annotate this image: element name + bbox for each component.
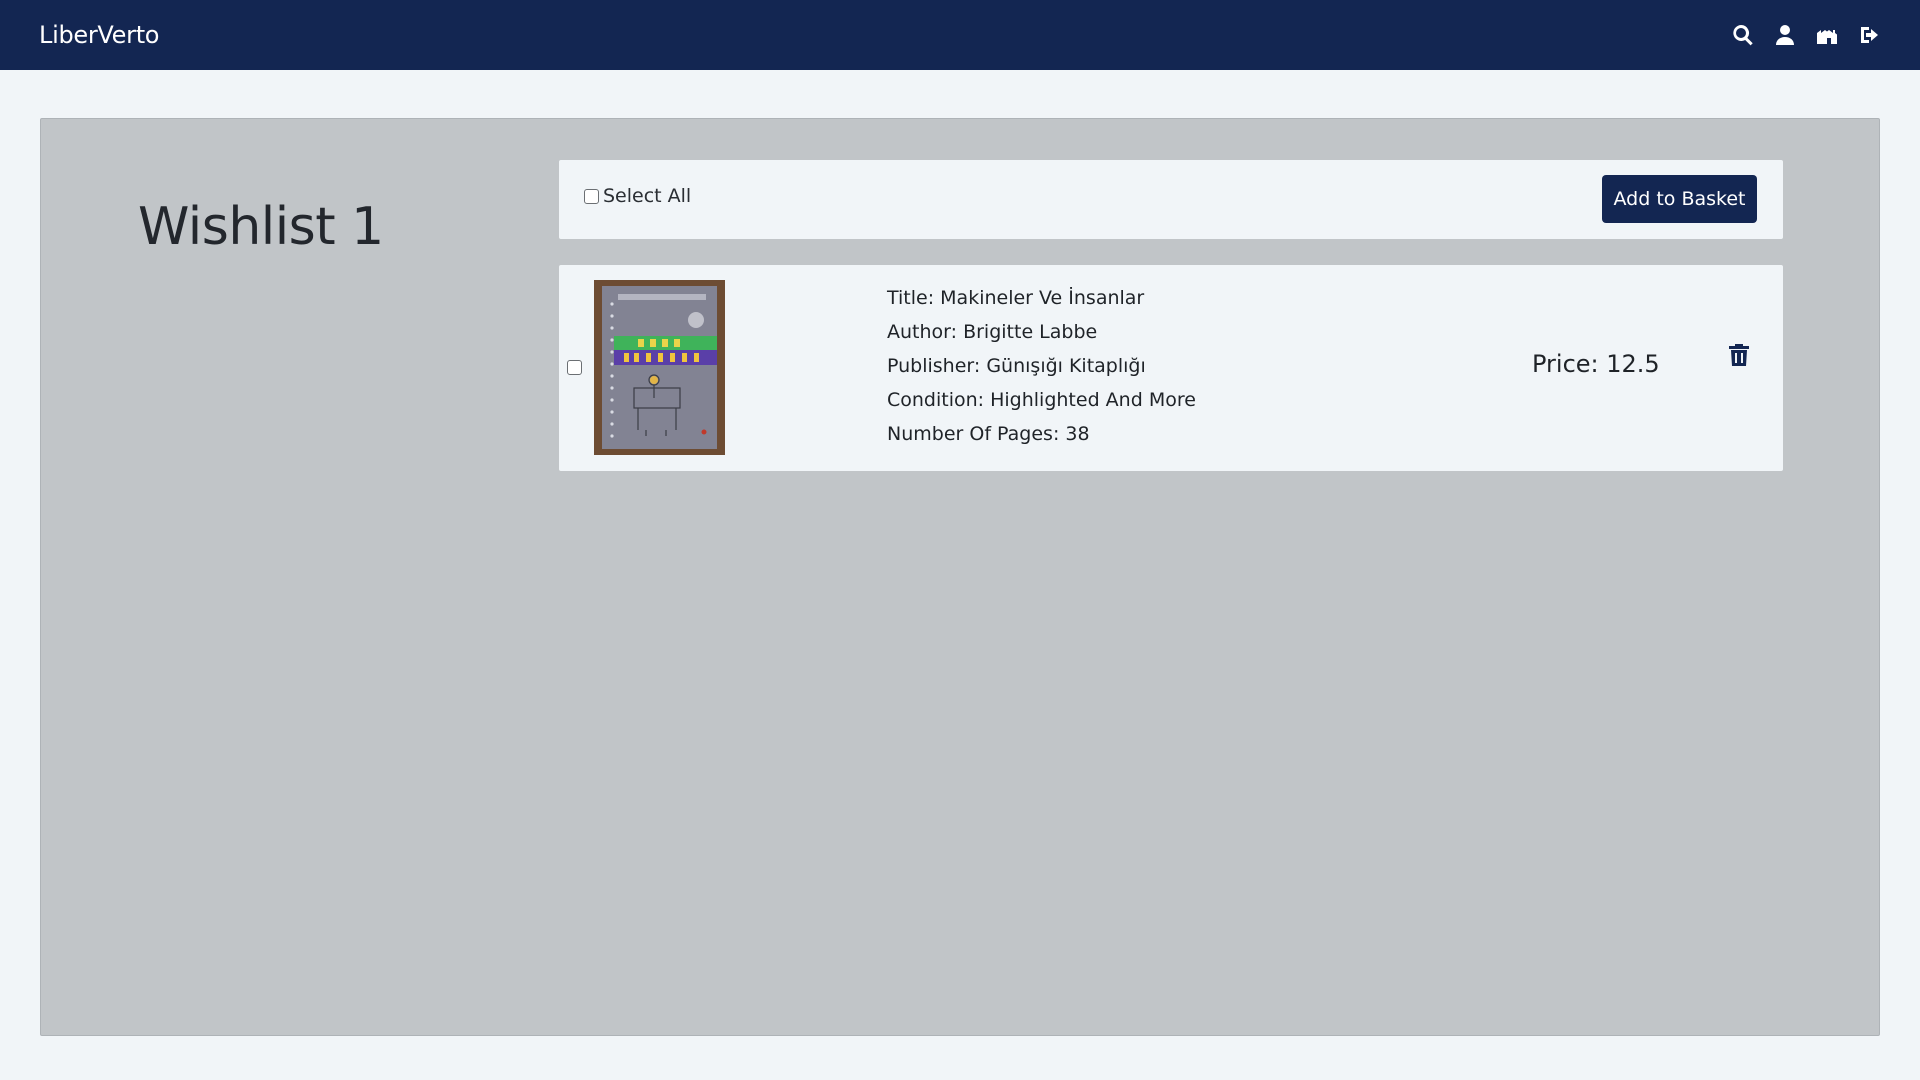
wishlist-toolbar: Select All Add to Basket (559, 160, 1783, 239)
page-title: Wishlist 1 (138, 197, 384, 257)
logout-icon[interactable] (1856, 22, 1882, 48)
top-navbar: LiberVerto (0, 0, 1920, 70)
book-price: Price: 12.5 (1532, 350, 1660, 378)
trash-icon[interactable] (1729, 344, 1751, 368)
store-icon[interactable] (1814, 22, 1840, 48)
book-cover-image[interactable] (594, 280, 725, 455)
search-icon[interactable] (1730, 22, 1756, 48)
select-all-label: Select All (603, 185, 692, 207)
add-to-basket-button[interactable]: Add to Basket (1602, 175, 1757, 223)
book-details: Title: Makineler Ve İnsanlar Author: Bri… (887, 281, 1196, 451)
book-publisher: Publisher: Günışığı Kitaplığı (887, 355, 1146, 377)
brand-logo[interactable]: LiberVerto (39, 21, 160, 49)
book-title[interactable]: Title: Makineler Ve İnsanlar (887, 281, 1196, 315)
book-page-count: Number Of Pages: 38 (887, 423, 1090, 445)
nav-icon-group (1730, 22, 1882, 48)
user-icon[interactable] (1772, 22, 1798, 48)
select-all-checkbox[interactable] (584, 188, 599, 204)
select-all-control[interactable]: Select All (584, 185, 691, 207)
wishlist-item: Title: Makineler Ve İnsanlar Author: Bri… (559, 265, 1783, 471)
book-condition: Condition: Highlighted And More (887, 389, 1196, 411)
wishlist-panel: Wishlist 1 Select All Add to Basket Titl… (40, 118, 1880, 1036)
book-author: Author: Brigitte Labbe (887, 321, 1098, 343)
item-checkbox[interactable] (567, 360, 582, 375)
